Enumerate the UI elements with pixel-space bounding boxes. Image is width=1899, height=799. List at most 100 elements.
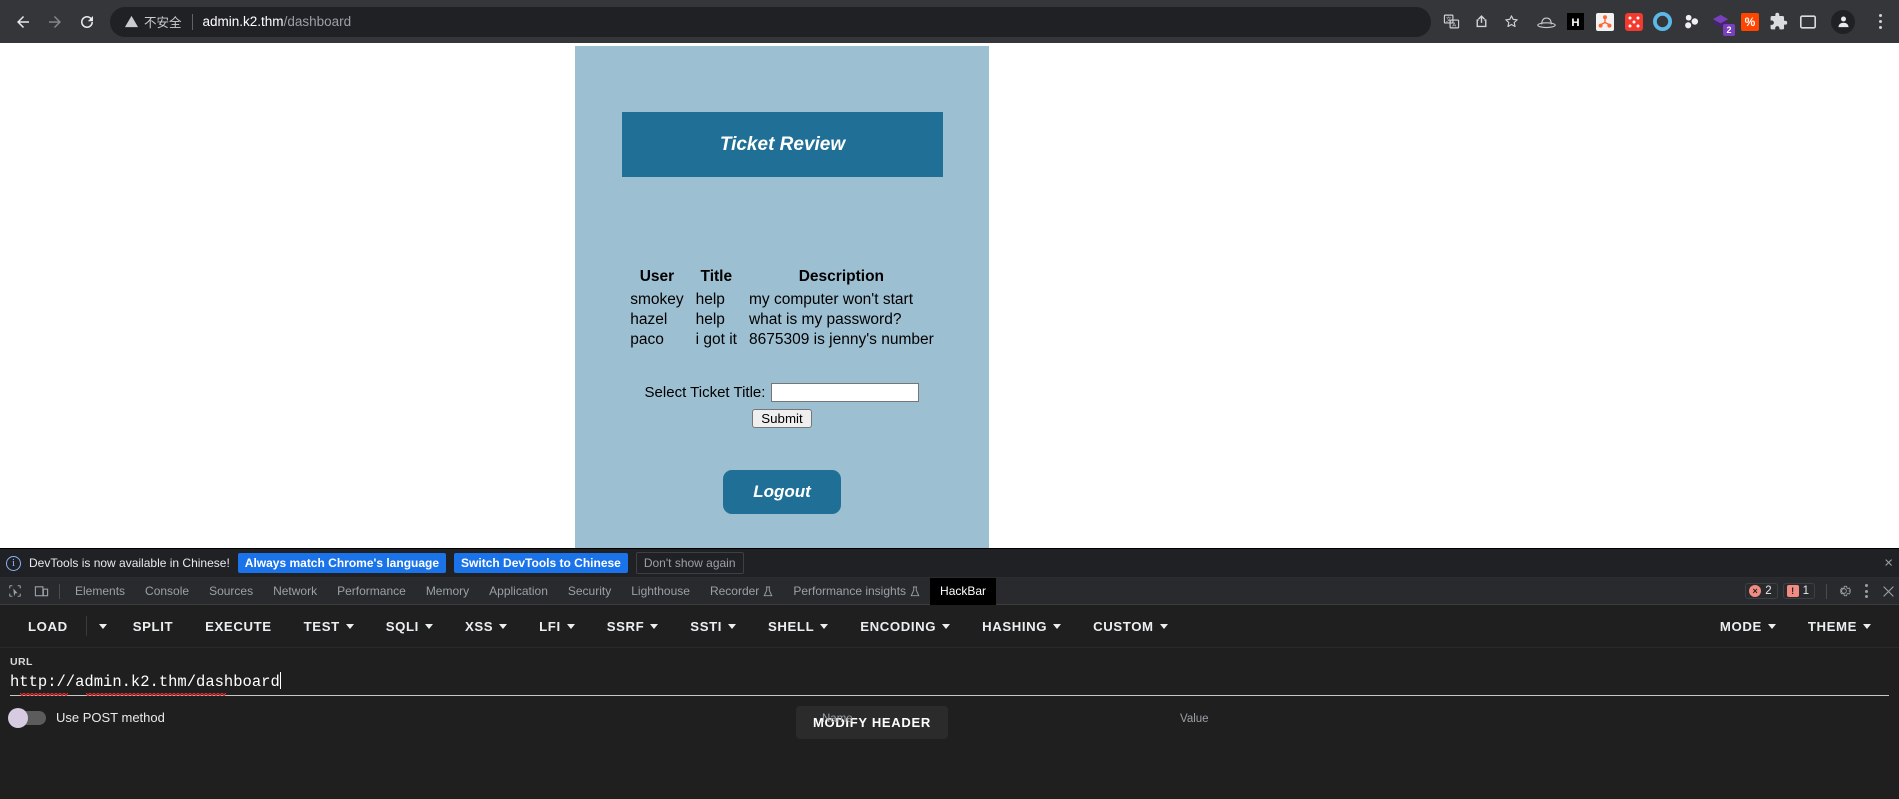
circle-o-icon[interactable]: [1653, 12, 1672, 31]
share-icon[interactable]: [1467, 8, 1495, 36]
hackbar-ssrf-menu[interactable]: SSRF: [591, 619, 675, 634]
security-warning-indicator[interactable]: 不安全: [124, 12, 182, 31]
tab-elements[interactable]: Elements: [65, 578, 135, 605]
hat-icon[interactable]: [1537, 12, 1556, 31]
url-host: admin.k2.thm: [202, 14, 284, 29]
hackbar-lfi-menu[interactable]: LFI: [523, 619, 591, 634]
warning-counter[interactable]: ! 1: [1782, 583, 1815, 599]
tickets-table-wrapper: User Title Description smokey help my co…: [575, 268, 989, 350]
hackbar-h-icon[interactable]: H: [1566, 12, 1585, 31]
tab-recorder[interactable]: Recorder: [700, 578, 783, 605]
device-toolbar-icon[interactable]: [28, 578, 54, 604]
hackbar-ssti-menu[interactable]: SSTI: [674, 619, 752, 634]
forward-button[interactable]: [40, 7, 70, 37]
menu-dot: [1864, 589, 1868, 593]
tab-console[interactable]: Console: [135, 578, 199, 605]
always-match-language-button[interactable]: Always match Chrome's language: [237, 553, 447, 573]
avatar[interactable]: [1831, 9, 1855, 34]
hackbar-sqli-menu[interactable]: SQLI: [370, 619, 449, 634]
tab-application[interactable]: Application: [479, 578, 558, 605]
close-icon[interactable]: ×: [1884, 555, 1893, 572]
layers-icon[interactable]: 2: [1711, 12, 1735, 36]
tab-performance-insights[interactable]: Performance insights: [783, 578, 930, 605]
url-text: admin.k2.thm/dashboard: [203, 14, 352, 29]
button-label: SSRF: [606, 618, 645, 634]
cell-description: my computer won't start: [748, 291, 914, 308]
devtools-language-notice: i DevTools is now available in Chinese! …: [0, 549, 1899, 578]
cell-description: what is my password?: [748, 311, 902, 328]
hackbar-xss-menu[interactable]: XSS: [449, 619, 523, 634]
hackbar-load-button[interactable]: LOAD: [12, 619, 84, 634]
chevron-down-icon: [1053, 623, 1062, 629]
svg-text:%: %: [1744, 15, 1755, 29]
layers-badge: 2: [1723, 24, 1735, 36]
chevron-down-icon: [499, 623, 508, 629]
puzzle-extensions-icon[interactable]: [1769, 12, 1788, 31]
svg-text:H: H: [1571, 17, 1579, 29]
hackbar-shell-menu[interactable]: SHELL: [752, 619, 844, 634]
toolbar-divider: [1826, 583, 1827, 599]
page-title: Ticket Review: [719, 133, 846, 155]
url-input-value: http://admin.k2.thm/dashboard: [10, 673, 280, 691]
ticket-title-input[interactable]: [771, 383, 920, 402]
button-label: SPLIT: [132, 618, 174, 634]
switch-devtools-language-button[interactable]: Switch DevTools to Chinese: [454, 553, 628, 573]
warning-icon: !: [1786, 585, 1799, 597]
button-label: LFI: [539, 618, 561, 634]
hackbar-split-button[interactable]: SPLIT: [117, 619, 189, 634]
hackbar-panel: LOAD SPLIT EXECUTE TEST SQLI XSS LFI SSR…: [0, 605, 1899, 799]
select-ticket-label: Select Ticket Title:: [644, 384, 766, 401]
tab-lighthouse[interactable]: Lighthouse: [621, 578, 700, 605]
tab-hackbar[interactable]: HackBar: [930, 577, 997, 605]
inspect-element-icon[interactable]: [2, 578, 28, 604]
hackbar-load-dropdown[interactable]: [89, 623, 117, 629]
translate-icon[interactable]: 文A: [1437, 8, 1465, 36]
hackbar-hashing-menu[interactable]: HASHING: [966, 619, 1077, 634]
column-header-value: Value: [1180, 713, 1209, 725]
back-button[interactable]: [8, 7, 38, 37]
hackbar-test-menu[interactable]: TEST: [288, 619, 370, 634]
chevron-down-icon: [424, 623, 433, 629]
molecule-icon[interactable]: [1682, 12, 1701, 31]
error-counter[interactable]: × 2: [1745, 583, 1778, 599]
tab-label: Network: [273, 584, 318, 598]
submit-button[interactable]: Submit: [752, 409, 812, 428]
beaker-icon: [910, 585, 920, 596]
reload-button[interactable]: [72, 7, 102, 37]
chevron-down-icon: [1159, 623, 1168, 629]
dice-icon[interactable]: [1624, 12, 1643, 31]
hackbar-mode-menu[interactable]: MODE: [1704, 619, 1792, 634]
chrome-menu-button[interactable]: [1869, 14, 1891, 29]
devtools-more-menu-icon[interactable]: [1855, 580, 1877, 602]
hackbar-custom-menu[interactable]: CUSTOM: [1077, 619, 1184, 634]
hackbar-execute-button[interactable]: EXECUTE: [189, 619, 288, 634]
tab-sources[interactable]: Sources: [199, 578, 263, 605]
menu-dot: [1878, 20, 1882, 23]
tab-network[interactable]: Network: [263, 578, 327, 605]
percent-tag-icon[interactable]: %: [1740, 12, 1759, 31]
notice-text: DevTools is now available in Chinese!: [29, 556, 230, 570]
url-input[interactable]: http://admin.k2.thm/dashboard: [10, 672, 1889, 696]
tab-label: Recorder: [709, 584, 760, 598]
devtools-panel: i DevTools is now available in Chinese! …: [0, 548, 1899, 799]
warning-count: 1: [1802, 585, 1809, 597]
devtools-close-icon[interactable]: [1877, 580, 1899, 602]
hackbar-theme-menu[interactable]: THEME: [1792, 619, 1887, 634]
address-bar[interactable]: 不安全 admin.k2.thm/dashboard: [110, 6, 1431, 37]
tab-performance[interactable]: Performance: [327, 578, 416, 605]
logout-button[interactable]: Logout: [723, 470, 841, 514]
dont-show-again-button[interactable]: Don't show again: [635, 552, 744, 574]
hackbar-encoding-menu[interactable]: ENCODING: [844, 619, 966, 634]
button-label: EXECUTE: [205, 618, 272, 634]
text-cursor: [279, 672, 282, 689]
sidepanel-icon[interactable]: [1798, 12, 1817, 31]
url-field-label: URL: [10, 656, 33, 668]
gear-icon[interactable]: [1833, 580, 1855, 602]
error-icon: ×: [1749, 585, 1762, 597]
bookmark-star-icon[interactable]: [1497, 8, 1525, 36]
tab-security[interactable]: Security: [558, 578, 621, 605]
cell-title: i got it: [695, 331, 737, 348]
chevron-down-icon: [728, 623, 737, 629]
burp-suite-icon[interactable]: [1595, 12, 1614, 31]
tab-memory[interactable]: Memory: [416, 578, 479, 605]
